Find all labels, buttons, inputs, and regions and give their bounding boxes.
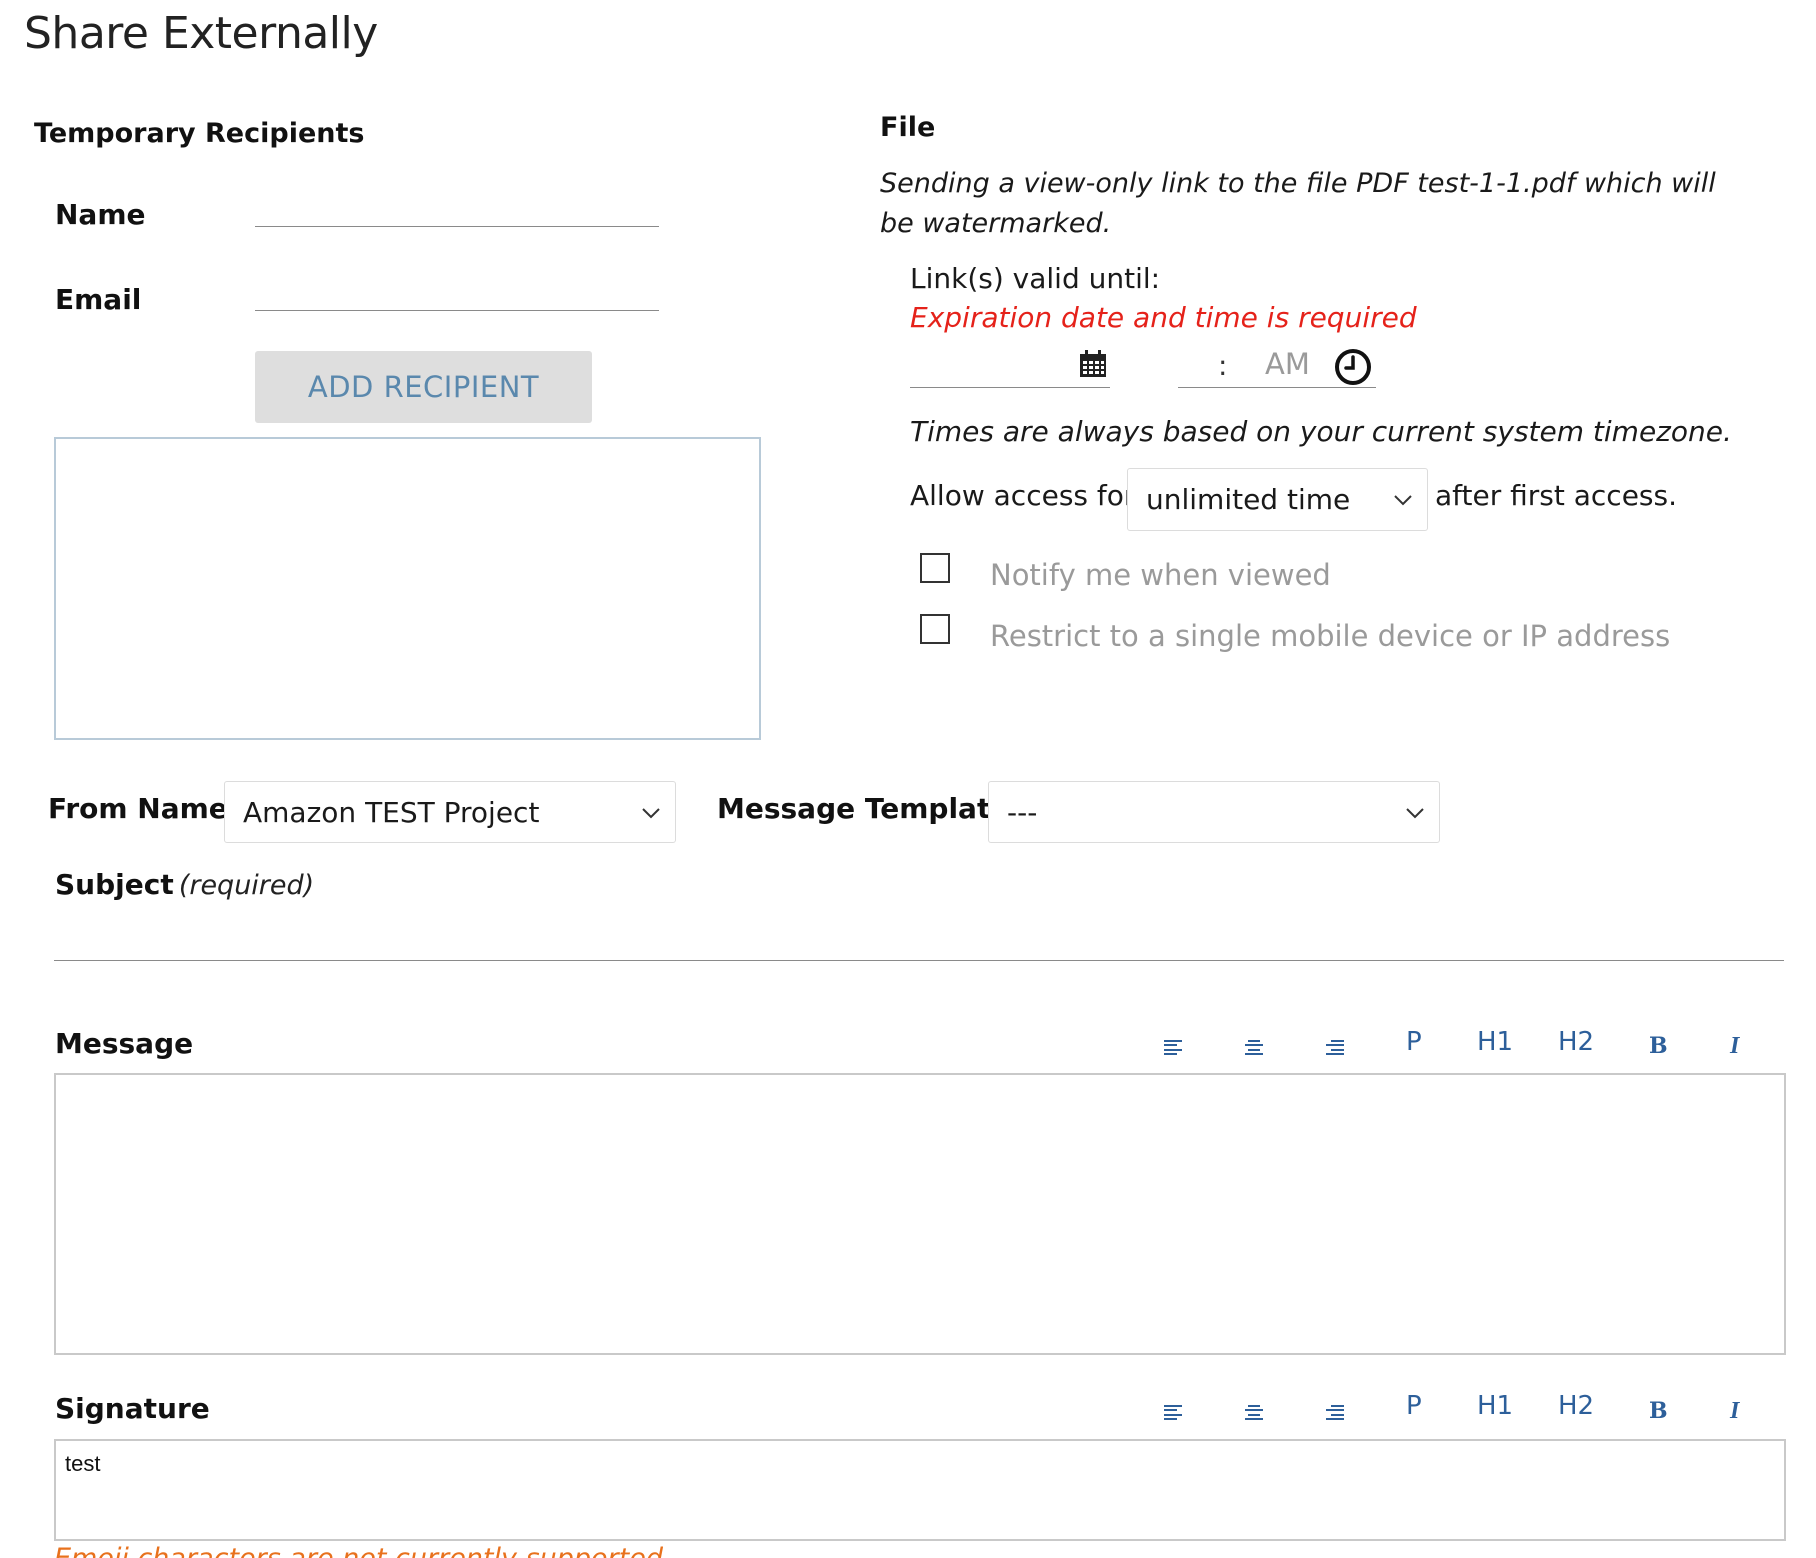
align-left-icon[interactable]	[1164, 1405, 1182, 1420]
message-italic-button[interactable]: I	[1730, 1033, 1739, 1060]
signature-align-left-icon[interactable]	[1164, 1405, 1182, 1420]
chevron-down-icon	[1393, 487, 1413, 512]
from-name-label: From Name	[48, 792, 228, 825]
subject-label: Subject	[55, 868, 174, 901]
recipients-heading: Temporary Recipients	[34, 118, 365, 149]
emoji-warning: Emoji characters are not currently suppo…	[54, 1541, 663, 1558]
signature-h1-button[interactable]: H1	[1477, 1391, 1513, 1421]
time-field[interactable]: : AM	[1178, 345, 1376, 388]
allow-access-suffix: after first access.	[1435, 479, 1678, 512]
time-separator: :	[1218, 349, 1228, 382]
recipients-list[interactable]	[54, 437, 761, 740]
signature-align-right-icon[interactable]	[1326, 1405, 1344, 1420]
subject-label-row: Subject (required)	[55, 868, 314, 901]
ampm-toggle[interactable]: AM	[1265, 347, 1310, 381]
signature-label: Signature	[55, 1392, 210, 1425]
message-align-center-icon[interactable]	[1245, 1040, 1263, 1055]
from-name-value: Amazon TEST Project	[243, 795, 540, 829]
name-input[interactable]	[255, 188, 659, 227]
message-h2-button[interactable]: H2	[1558, 1027, 1594, 1057]
align-center-icon[interactable]	[1245, 1405, 1263, 1420]
subject-hint: (required)	[178, 870, 315, 901]
restrict-label: Restrict to a single mobile device or IP…	[990, 619, 1671, 653]
align-right-icon[interactable]	[1326, 1040, 1344, 1055]
email-input[interactable]	[255, 272, 659, 311]
message-h1-button[interactable]: H1	[1477, 1027, 1513, 1057]
allow-access-select[interactable]: unlimited time	[1127, 468, 1428, 531]
align-right-icon[interactable]	[1326, 1405, 1344, 1420]
signature-editor[interactable]: test	[54, 1439, 1786, 1541]
message-editor[interactable]	[54, 1073, 1786, 1355]
allow-access-value: unlimited time	[1146, 483, 1351, 516]
file-heading: File	[880, 112, 936, 143]
add-recipient-button[interactable]: ADD RECIPIENT	[255, 351, 592, 423]
signature-italic-button[interactable]: I	[1730, 1398, 1739, 1425]
chevron-down-icon	[641, 800, 661, 825]
name-label: Name	[55, 198, 146, 231]
signature-align-center-icon[interactable]	[1245, 1405, 1263, 1420]
clock-icon[interactable]	[1334, 348, 1372, 390]
from-name-select[interactable]: Amazon TEST Project	[224, 781, 676, 843]
message-label: Message	[55, 1027, 194, 1060]
calendar-icon[interactable]	[1078, 349, 1108, 383]
message-template-select[interactable]: ---	[988, 781, 1440, 843]
notify-checkbox[interactable]	[920, 553, 950, 583]
message-p-button[interactable]: P	[1406, 1027, 1422, 1057]
page-title: Share Externally	[24, 8, 378, 59]
restrict-checkbox[interactable]	[920, 614, 950, 644]
message-align-right-icon[interactable]	[1326, 1040, 1344, 1055]
timezone-note: Times are always based on your current s…	[910, 415, 1732, 448]
message-template-label: Message Template	[717, 792, 1010, 825]
align-left-icon[interactable]	[1164, 1040, 1182, 1055]
align-center-icon[interactable]	[1245, 1040, 1263, 1055]
file-description: Sending a view-only link to the file PDF…	[880, 168, 1716, 239]
date-field[interactable]	[910, 345, 1110, 388]
message-align-left-icon[interactable]	[1164, 1040, 1182, 1055]
subject-input[interactable]	[54, 912, 1784, 961]
valid-until-label: Link(s) valid until:	[910, 262, 1161, 295]
notify-label: Notify me when viewed	[990, 558, 1331, 592]
signature-text: test	[65, 1451, 101, 1476]
message-bold-button[interactable]: B	[1649, 1033, 1668, 1059]
signature-p-button[interactable]: P	[1406, 1391, 1422, 1421]
signature-bold-button[interactable]: B	[1649, 1398, 1668, 1424]
allow-access-prefix: Allow access for	[910, 479, 1136, 512]
signature-h2-button[interactable]: H2	[1558, 1391, 1594, 1421]
email-label: Email	[55, 283, 142, 316]
expiration-error: Expiration date and time is required	[910, 301, 1417, 334]
chevron-down-icon	[1405, 800, 1425, 825]
message-template-value: ---	[1007, 795, 1038, 829]
